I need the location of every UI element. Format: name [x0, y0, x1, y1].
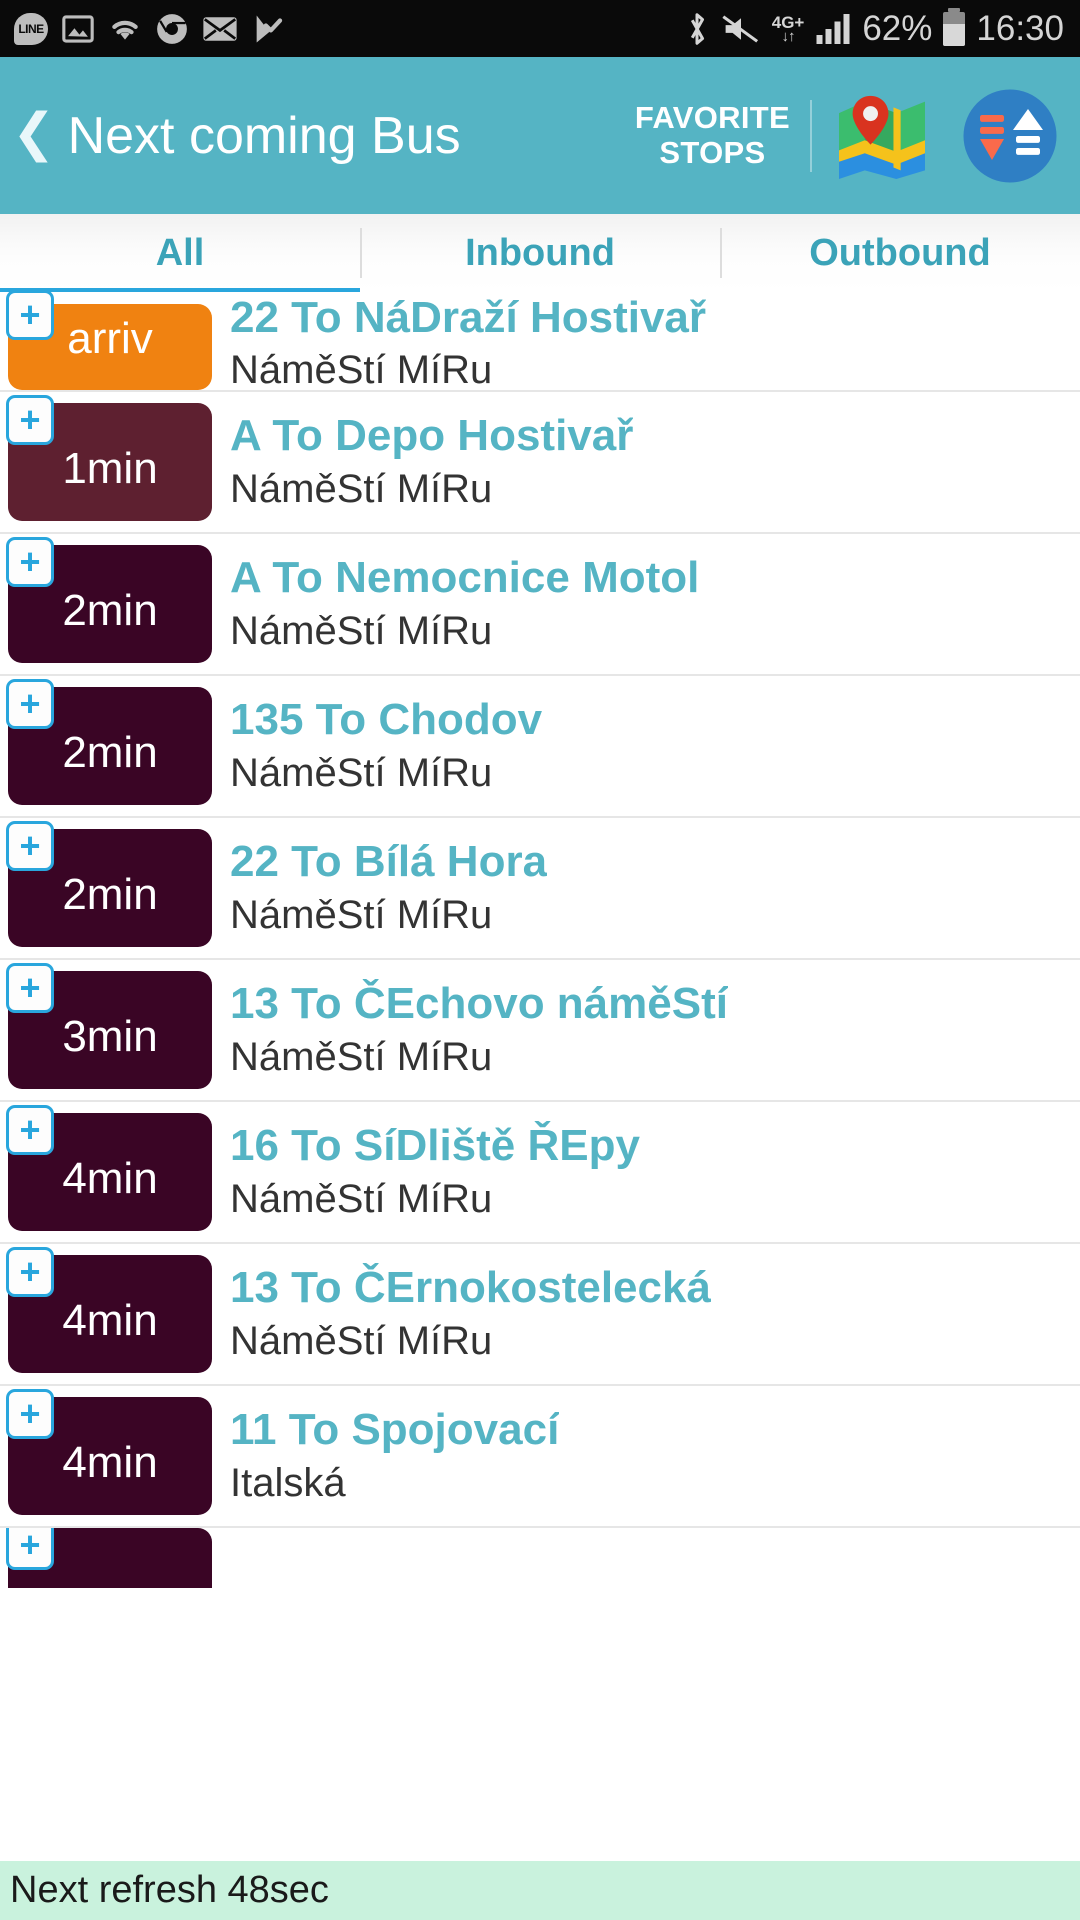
plus-icon[interactable]: + [6, 1105, 54, 1155]
signal-bars-icon [816, 13, 850, 44]
time-badge-wrap: 1min + [6, 395, 212, 521]
table-row[interactable]: + [0, 1528, 1080, 1588]
table-row[interactable]: 2min + 22 To Bílá Hora NáměStí MíRu [0, 818, 1080, 960]
app-bar-divider [810, 99, 812, 172]
plus-icon[interactable]: + [6, 1389, 54, 1439]
app-bar: ❮ Next coming Bus FAVORITE STOPS [0, 57, 1080, 214]
stop-label: NáměStí MíRu [230, 348, 493, 392]
plus-icon[interactable]: + [6, 821, 54, 871]
stop-label: Italská [230, 1460, 346, 1505]
table-row[interactable]: 1min + A To Depo Hostivař NáměStí MíRu [0, 392, 1080, 534]
route-label: A To Depo Hostivař [230, 411, 634, 461]
time-badge-wrap: 2min + [6, 679, 212, 805]
route-label: 13 To ČEchovo náměStí [230, 979, 728, 1029]
time-badge-wrap: + [6, 1528, 212, 1588]
time-badge-wrap: 2min + [6, 537, 212, 663]
stop-label: NáměStí MíRu [230, 466, 493, 511]
row-texts: 22 To Bílá Hora NáměStí MíRu [230, 837, 547, 938]
favorite-stops-button[interactable]: FAVORITE STOPS [635, 100, 810, 170]
route-label: 135 To Chodov [230, 695, 543, 745]
tab-all[interactable]: All [0, 214, 360, 298]
status-bar: LINE 4G+ ↓↑ 62% 16:30 [0, 0, 1080, 57]
plus-icon[interactable]: + [6, 963, 54, 1013]
time-badge-wrap: 4min + [6, 1105, 212, 1231]
sync-refresh-icon[interactable] [962, 88, 1058, 184]
plus-icon[interactable]: + [6, 395, 54, 445]
time-badge-wrap: 4min + [6, 1247, 212, 1373]
departures-list[interactable]: arriv + 22 To NáDraží Hostivař NáměStí M… [0, 292, 1080, 1861]
route-label: A To Nemocnice Motol [230, 553, 700, 603]
page-title: Next coming Bus [67, 106, 461, 165]
route-label: 11 To Spojovací [230, 1405, 560, 1455]
row-texts: A To Nemocnice Motol NáměStí MíRu [230, 553, 699, 654]
row-texts: A To Depo Hostivař NáměStí MíRu [230, 411, 633, 512]
plus-icon[interactable]: + [6, 1528, 54, 1570]
table-row[interactable]: 4min + 13 To ČErnokostelecká NáměStí MíR… [0, 1244, 1080, 1386]
table-row[interactable]: 4min + 11 To Spojovací Italská [0, 1386, 1080, 1528]
plus-icon[interactable]: + [6, 537, 54, 587]
table-row[interactable]: 3min + 13 To ČEchovo náměStí NáměStí MíR… [0, 960, 1080, 1102]
route-label: 13 To ČErnokostelecká [230, 1263, 711, 1313]
stop-label: NáměStí MíRu [230, 1034, 493, 1079]
clock: 16:30 [976, 8, 1064, 48]
table-row[interactable]: 4min + 16 To SíDliště ŘEpy NáměStí MíRu [0, 1102, 1080, 1244]
back-chevron-icon[interactable]: ❮ [12, 107, 56, 159]
network-type-icon: 4G+ ↓↑ [771, 12, 805, 45]
stop-label: NáměStí MíRu [230, 608, 493, 653]
time-badge-wrap: arriv + [6, 292, 212, 390]
refresh-status-bar: Next refresh 48sec [0, 1861, 1080, 1920]
line-icon: LINE [14, 12, 48, 45]
row-texts: 13 To ČEchovo náměStí NáměStí MíRu [230, 979, 728, 1080]
route-label: 16 To SíDliště ŘEpy [230, 1121, 640, 1171]
time-badge-wrap: 3min + [6, 963, 212, 1089]
battery-icon [943, 7, 966, 46]
row-texts: 13 To ČErnokostelecká NáměStí MíRu [230, 1263, 711, 1364]
route-label: 22 To Bílá Hora [230, 837, 548, 887]
row-texts: 16 To SíDliště ŘEpy NáměStí MíRu [230, 1121, 640, 1222]
tab-outbound[interactable]: Outbound [720, 214, 1080, 292]
row-texts: 22 To NáDraží Hostivař NáměStí MíRu [230, 293, 706, 394]
plus-icon[interactable]: + [6, 1247, 54, 1297]
row-texts: 11 To Spojovací Italská [230, 1405, 559, 1506]
table-row[interactable]: 2min + A To Nemocnice Motol NáměStí MíRu [0, 534, 1080, 676]
gallery-icon [62, 14, 94, 43]
status-bar-left-icons: LINE [14, 12, 285, 46]
plus-icon[interactable]: + [6, 292, 54, 340]
chrome-icon [157, 13, 187, 44]
status-bar-right-icons: 4G+ ↓↑ 62% 16:30 [684, 7, 1064, 49]
route-label: 22 To NáDraží Hostivař [230, 292, 707, 342]
volume-mute-icon [722, 14, 758, 43]
plus-icon[interactable]: + [6, 679, 54, 729]
map-pin-icon[interactable] [836, 93, 928, 179]
stop-label: NáměStí MíRu [230, 1176, 493, 1221]
check-play-icon [256, 15, 283, 42]
refresh-status-text: Next refresh 48sec [10, 1869, 329, 1911]
mail-icon [203, 16, 237, 41]
stop-label: NáměStí MíRu [230, 750, 493, 795]
wifi-icon [112, 20, 138, 40]
stop-label: NáměStí MíRu [230, 1318, 493, 1363]
table-row[interactable]: 2min + 135 To Chodov NáměStí MíRu [0, 676, 1080, 818]
tab-inbound[interactable]: Inbound [360, 214, 720, 292]
time-badge-wrap: 2min + [6, 821, 212, 947]
battery-percent: 62% [862, 8, 933, 48]
row-texts: 135 To Chodov NáměStí MíRu [230, 695, 542, 796]
time-badge-wrap: 4min + [6, 1389, 212, 1515]
stop-label: NáměStí MíRu [230, 892, 493, 937]
bluetooth-icon [690, 12, 704, 45]
table-row[interactable]: arriv + 22 To NáDraží Hostivař NáměStí M… [0, 292, 1080, 392]
tab-bar: All Inbound Outbound [0, 214, 1080, 298]
